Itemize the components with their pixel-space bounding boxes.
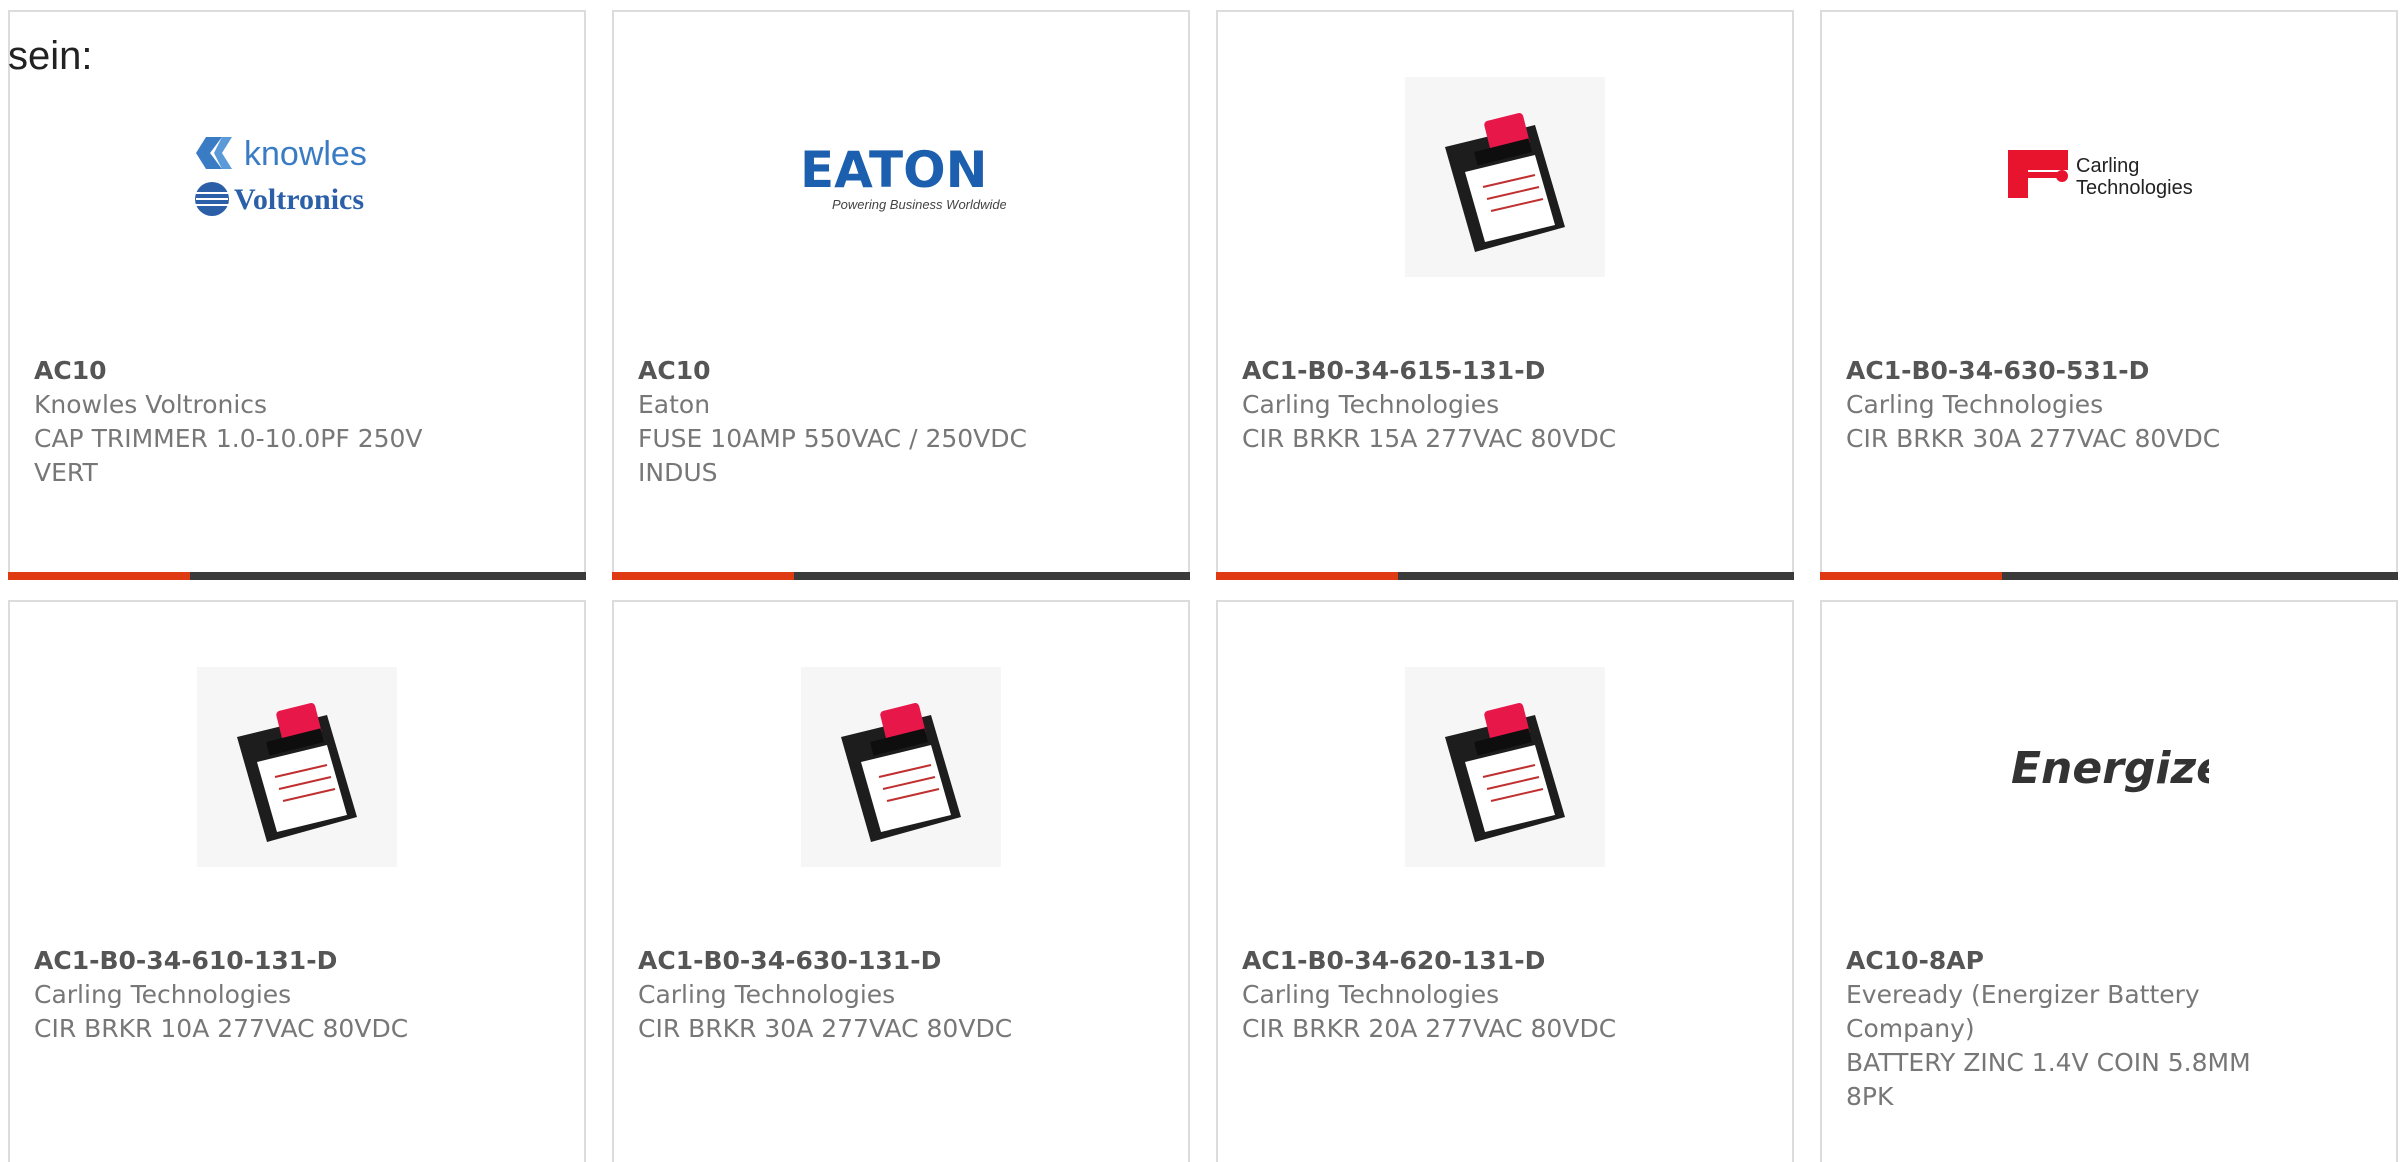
product-info: AC10 Eaton FUSE 10AMP 550VAC / 250VDC IN… — [638, 354, 1164, 490]
description: BATTERY ZINC 1.4V COIN 5.8MM 8PK — [1846, 1048, 2251, 1111]
card-accent-bar — [1216, 572, 1398, 580]
description: CIR BRKR 10A 277VAC 80VDC — [34, 1014, 409, 1043]
svg-text:Powering Business Worldwide: Powering Business Worldwide — [832, 197, 1006, 212]
energizer-logo: Energizer — [2011, 743, 2209, 794]
product-card[interactable]: Carling Technologies AC1-B0-34-630-531-D… — [1820, 10, 2398, 580]
manufacturer: Carling Technologies — [34, 980, 292, 1009]
product-card[interactable]: Energizer AC10-8AP Eveready (Energizer B… — [1820, 600, 2398, 1162]
manufacturer: Eveready (Energizer Battery Company) — [1846, 980, 2200, 1043]
svg-text:Energizer: Energizer — [2011, 743, 2209, 794]
product-image[interactable]: Carling Technologies — [1822, 72, 2396, 282]
card-bottom-bar — [1820, 572, 2398, 580]
product-card[interactable]: knowles Voltronics AC10 Knowles Voltroni… — [8, 10, 586, 580]
svg-text:Technologies: Technologies — [2076, 177, 2193, 199]
card-accent-bar — [612, 572, 794, 580]
manufacturer: Eaton — [638, 390, 711, 419]
manufacturer: Knowles Voltronics — [34, 390, 268, 419]
product-card[interactable]: AC1-B0-34-615-131-D Carling Technologies… — [1216, 10, 1794, 580]
product-card[interactable]: AC1-B0-34-630-131-D Carling Technologies… — [612, 600, 1190, 1162]
circuit-breaker-photo — [801, 667, 1001, 867]
part-number[interactable]: AC1-B0-34-630-131-D — [638, 944, 1164, 978]
product-card[interactable]: EATON Powering Business Worldwide AC10 E… — [612, 10, 1190, 580]
product-card[interactable]: AC1-B0-34-620-131-D Carling Technologies… — [1216, 600, 1794, 1162]
manufacturer: Carling Technologies — [638, 980, 896, 1009]
card-bottom-bar — [1216, 572, 1794, 580]
card-accent-bar — [8, 572, 190, 580]
product-info: AC1-B0-34-620-131-D Carling Technologies… — [1242, 944, 1768, 1046]
intro-text: sein: — [8, 34, 93, 78]
knowles-voltronics-logo: knowles Voltronics — [195, 135, 367, 216]
product-info: AC1-B0-34-630-131-D Carling Technologies… — [638, 944, 1164, 1046]
svg-text:knowles: knowles — [244, 135, 367, 173]
card-accent-bar — [1820, 572, 2002, 580]
part-number[interactable]: AC1-B0-34-610-131-D — [34, 944, 560, 978]
part-number[interactable]: AC1-B0-34-630-531-D — [1846, 354, 2372, 388]
description: CIR BRKR 20A 277VAC 80VDC — [1242, 1014, 1617, 1043]
svg-text:EATON: EATON — [800, 141, 987, 199]
part-number[interactable]: AC10 — [638, 354, 1164, 388]
description: FUSE 10AMP 550VAC / 250VDC INDUS — [638, 424, 1027, 487]
part-number[interactable]: AC1-B0-34-615-131-D — [1242, 354, 1768, 388]
product-info: AC10 Knowles Voltronics CAP TRIMMER 1.0-… — [34, 354, 560, 490]
svg-text:Carling: Carling — [2076, 155, 2139, 177]
manufacturer: Carling Technologies — [1242, 980, 1500, 1009]
circuit-breaker-photo — [1405, 77, 1605, 277]
product-image[interactable]: EATON Powering Business Worldwide — [614, 72, 1188, 282]
product-image[interactable]: Energizer — [1822, 662, 2396, 872]
part-number[interactable]: AC1-B0-34-620-131-D — [1242, 944, 1768, 978]
card-bottom-bar — [8, 572, 586, 580]
product-info: AC10-8AP Eveready (Energizer Battery Com… — [1846, 944, 2372, 1114]
product-image[interactable] — [10, 662, 584, 872]
page: sein: knowles Voltronics AC10 Knowles Vo… — [0, 0, 2400, 1162]
circuit-breaker-photo — [197, 667, 397, 867]
product-info: AC1-B0-34-615-131-D Carling Technologies… — [1242, 354, 1768, 456]
product-image[interactable] — [1218, 662, 1792, 872]
product-info: AC1-B0-34-610-131-D Carling Technologies… — [34, 944, 560, 1046]
circuit-breaker-photo — [1405, 667, 1605, 867]
eaton-logo: EATON Powering Business Worldwide — [800, 141, 1006, 212]
manufacturer: Carling Technologies — [1242, 390, 1500, 419]
manufacturer: Carling Technologies — [1846, 390, 2104, 419]
product-image[interactable] — [1218, 72, 1792, 282]
product-image[interactable]: knowles Voltronics — [10, 72, 584, 282]
part-number[interactable]: AC10 — [34, 354, 560, 388]
product-card[interactable]: AC1-B0-34-610-131-D Carling Technologies… — [8, 600, 586, 1162]
description: CIR BRKR 15A 277VAC 80VDC — [1242, 424, 1617, 453]
description: CIR BRKR 30A 277VAC 80VDC — [1846, 424, 2221, 453]
product-image[interactable] — [614, 662, 1188, 872]
product-info: AC1-B0-34-630-531-D Carling Technologies… — [1846, 354, 2372, 456]
description: CIR BRKR 30A 277VAC 80VDC — [638, 1014, 1013, 1043]
svg-text:Voltronics: Voltronics — [234, 183, 364, 216]
description: CAP TRIMMER 1.0-10.0PF 250V VERT — [34, 424, 423, 487]
part-number[interactable]: AC10-8AP — [1846, 944, 2372, 978]
carling-technologies-logo: Carling Technologies — [2008, 150, 2193, 199]
card-bottom-bar — [612, 572, 1190, 580]
